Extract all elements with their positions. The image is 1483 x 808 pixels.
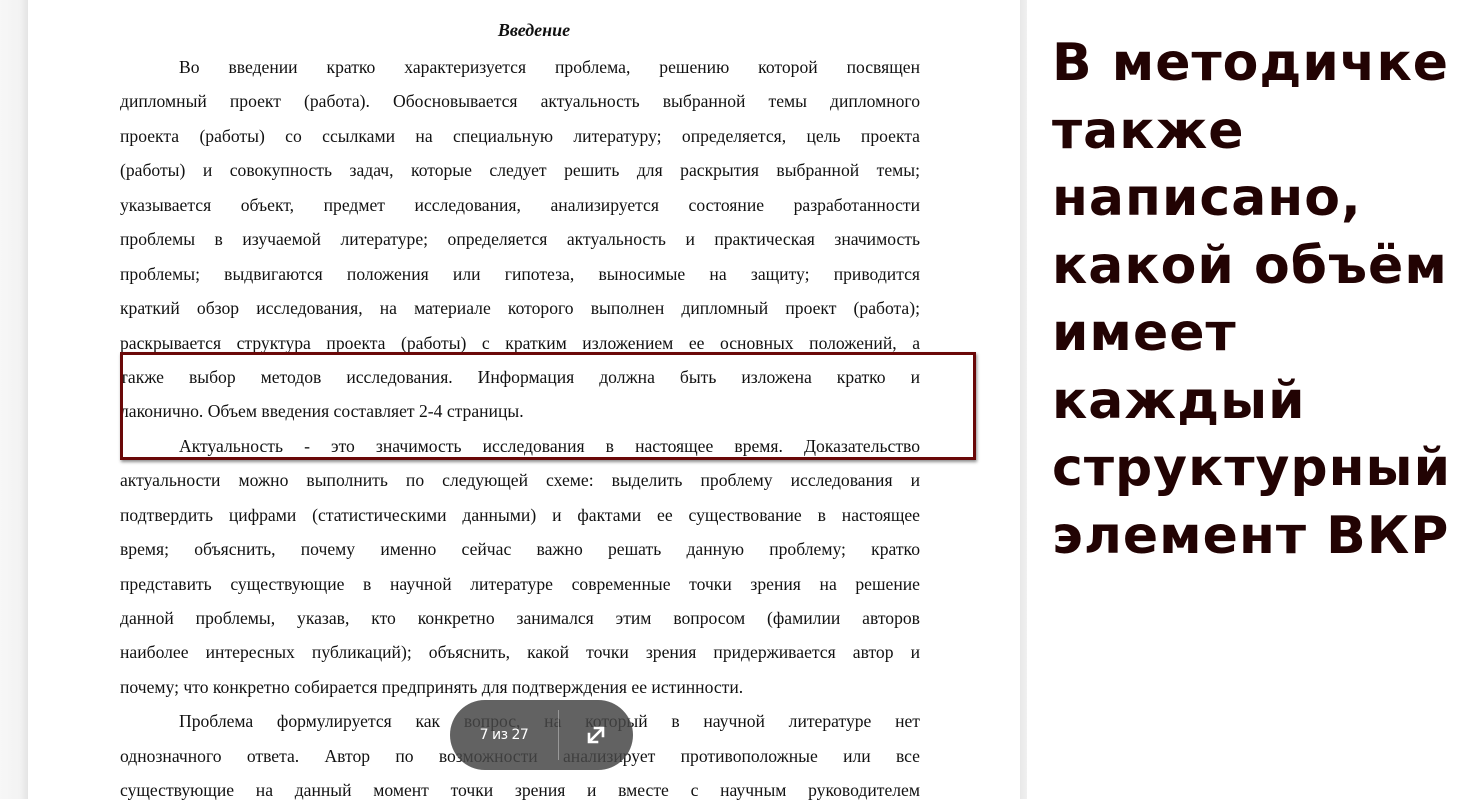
side-note-line: каждый	[1052, 370, 1306, 431]
document-line: лаконично. Объем введения составляет 2-4…	[120, 401, 524, 422]
side-note-line: написано,	[1052, 168, 1362, 228]
side-note-line: какой объём	[1052, 235, 1448, 296]
document-line: также выбор методов исследования. Информ…	[120, 366, 920, 387]
document-line: (работы) и совокупность задач, которые с…	[120, 160, 920, 181]
document-line: время; объяснить, почему именно сейчас в…	[120, 539, 920, 560]
side-note-line: также	[1052, 100, 1245, 161]
document-body: Во введении кратко характеризуется пробл…	[120, 50, 920, 808]
document-line: данной проблемы, указав, кто конкретно з…	[120, 608, 920, 628]
document-line: Во введении кратко характеризуется пробл…	[179, 57, 920, 77]
document-line: Актуальность - это значимость исследован…	[179, 435, 920, 456]
document-line: проблемы; выдвигаются положения или гипо…	[120, 263, 920, 284]
document-line: указывается объект, предмет исследования…	[120, 194, 920, 215]
document-line: актуальности можно выполнить по следующе…	[120, 470, 920, 491]
side-note-caption: В методичке также написано, какой объём имее…	[1052, 30, 1472, 570]
viewer-right-gutter	[1020, 0, 1027, 799]
side-note-line: В методичке	[1052, 33, 1450, 93]
fullscreen-button[interactable]	[559, 724, 633, 746]
expand-arrows-icon	[587, 726, 605, 744]
document-line: наиболее интересных публикаций); объясни…	[120, 642, 920, 663]
page-navigator: 7 из 27	[450, 700, 633, 770]
page-counter: 7 из 27	[479, 727, 529, 743]
document-line: существующие на данный момент точки зрен…	[120, 780, 920, 801]
document-line: проекта (работы) со ссылками на специаль…	[120, 125, 920, 146]
document-line: представить существующие в научной литер…	[120, 573, 920, 594]
side-note-line: структурный	[1052, 438, 1452, 498]
document-line: краткий обзор исследования, на материале…	[120, 298, 920, 319]
document-line: дипломный проект (работа). Обосновываетс…	[120, 91, 920, 112]
section-title: Введение	[497, 20, 571, 40]
document-line: раскрывается структура проекта (работы) …	[120, 332, 920, 353]
viewer-left-gutter	[0, 0, 28, 799]
side-note-line: имеет	[1052, 303, 1237, 363]
document-line: подтвердить цифрами (статистическими дан…	[120, 504, 920, 525]
document-line: проблемы в изучаемой литературе; определ…	[120, 229, 920, 250]
side-note-line: элемент ВКР	[1052, 505, 1450, 566]
